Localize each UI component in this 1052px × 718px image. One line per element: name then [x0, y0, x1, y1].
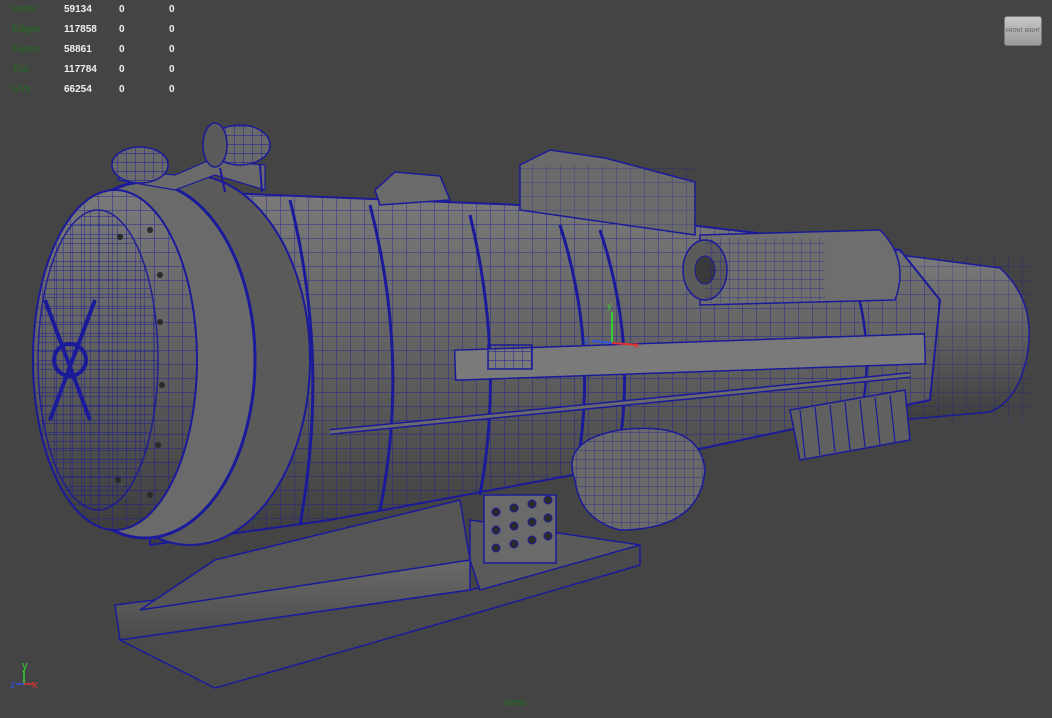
stat-value: 0: [119, 84, 125, 95]
stat-value: 0: [169, 84, 175, 95]
model-mesh[interactable]: y z x: [32, 122, 1030, 689]
stat-label: Faces:: [12, 44, 43, 55]
stat-value: 66254: [64, 84, 92, 95]
triad-y-label: y: [22, 660, 28, 672]
triad-x-label: x: [32, 679, 38, 691]
stat-label: UVs:: [12, 84, 34, 95]
camera-name-label: persp: [504, 697, 527, 707]
stat-value: 0: [169, 4, 175, 15]
stat-value: 0: [119, 24, 125, 35]
stat-label: Verts:: [12, 4, 38, 15]
triad-z-label: z: [10, 679, 16, 691]
stat-label: Edges:: [12, 24, 44, 35]
stat-value: 0: [169, 64, 175, 75]
viewcube-front-face[interactable]: FRONT: [1006, 28, 1023, 34]
stat-value: 58861: [64, 44, 92, 55]
viewcube-right-face[interactable]: RIGHT: [1025, 28, 1041, 34]
axis-triad-icon: y z x: [10, 660, 38, 691]
pivot-y-label: y: [607, 301, 612, 312]
stat-row: UVs: 66254 0 0: [12, 80, 189, 100]
viewcube[interactable]: FRONT RIGHT: [1004, 16, 1042, 46]
stat-row: Tris: 117784 0 0: [12, 60, 189, 80]
stat-row: Verts: 59134 0 0: [12, 0, 189, 20]
poly-count-hud: Verts: 59134 0 0 Edges: 117858 0 0 Faces: 58861 0 0…: [12, 0, 189, 100]
stat-value: 0: [119, 64, 125, 75]
3d-viewport[interactable]: y z x: [0, 0, 1052, 718]
pivot-x-label: x: [634, 340, 639, 351]
stat-label: Tris:: [12, 64, 32, 75]
front-hatch: [32, 174, 311, 546]
turbine: [682, 229, 901, 306]
stat-value: 0: [119, 44, 125, 55]
stat-value: 59134: [64, 4, 92, 15]
pivot-z-label: z: [584, 336, 589, 347]
stat-value: 117858: [64, 24, 97, 35]
stat-row: Edges: 117858 0 0: [12, 20, 189, 40]
stat-value: 0: [169, 44, 175, 55]
stat-value: 0: [119, 4, 125, 15]
stat-row: Faces: 58861 0 0: [12, 40, 189, 60]
stat-value: 0: [169, 24, 175, 35]
stat-value: 117784: [64, 64, 97, 75]
top-canisters: [111, 122, 271, 193]
